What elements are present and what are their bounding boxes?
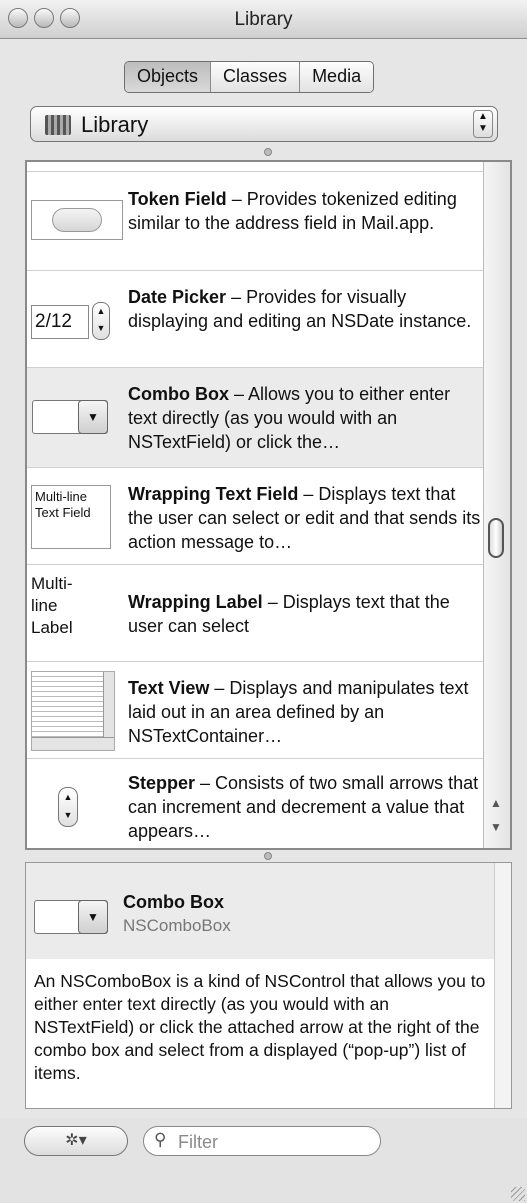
tab-media[interactable]: Media bbox=[299, 62, 374, 92]
item-name: Wrapping Label bbox=[128, 592, 263, 612]
action-menu-button[interactable]: ✲▾ bbox=[24, 1126, 128, 1156]
text-view-preview bbox=[31, 671, 115, 751]
filter-field[interactable]: ⚲ bbox=[143, 1126, 381, 1156]
item-name: Combo Box bbox=[128, 384, 229, 404]
list-item-date-picker[interactable]: 2/12 ▲ ▼ Date Picker – Provides for visua… bbox=[27, 271, 485, 368]
wrapping-text-field-preview: Multi-line Text Field bbox=[31, 485, 111, 549]
token-field-preview bbox=[31, 200, 123, 240]
item-name: Stepper bbox=[128, 773, 196, 793]
chevron-down-icon: ▼ bbox=[78, 900, 108, 934]
date-picker-preview: 2/12 ▲ ▼ bbox=[31, 302, 123, 342]
list-item-combo-box[interactable]: ▼ Combo Box – Allows you to either enter… bbox=[27, 368, 485, 468]
detail-scrollbar[interactable] bbox=[494, 863, 511, 1108]
scroll-up-arrow-icon[interactable]: ▲ bbox=[490, 796, 502, 810]
library-books-icon bbox=[45, 115, 71, 135]
detail-class-name: NSComboBox bbox=[123, 916, 231, 935]
list-item-wrapping-text-field[interactable]: Multi-line Text Field Wrapping Text Fiel… bbox=[27, 468, 485, 565]
item-name: Text View bbox=[128, 678, 210, 698]
window-title: Library bbox=[234, 9, 293, 30]
list-item-stepper[interactable]: ▲ ▼ Stepper – Consists of two small arrow… bbox=[27, 759, 485, 848]
library-tabs: Objects Classes Media bbox=[124, 61, 375, 93]
stepper-preview-icon: ▲ ▼ bbox=[58, 787, 78, 827]
date-picker-value: 2/12 bbox=[31, 305, 89, 339]
detail-title: Combo Box bbox=[123, 892, 224, 912]
library-popup-button[interactable]: Library ▲ ▼ bbox=[30, 106, 498, 142]
tab-objects[interactable]: Objects bbox=[125, 62, 211, 92]
item-name: Token Field bbox=[128, 189, 227, 209]
detail-panel: ▼ Combo Box NSComboBox An NSComboBox is … bbox=[25, 862, 512, 1109]
gear-icon: ✲▾ bbox=[65, 1132, 87, 1149]
search-icon: ⚲ bbox=[154, 1130, 167, 1149]
popup-arrows-icon: ▲ ▼ bbox=[473, 110, 493, 138]
title-bar: Library bbox=[0, 0, 527, 39]
library-popup-label: Library bbox=[81, 112, 149, 137]
date-stepper-icon: ▲ ▼ bbox=[92, 302, 110, 340]
bottom-bar: ✲▾ ⚲ bbox=[0, 1118, 527, 1203]
combo-box-preview: ▼ bbox=[32, 400, 108, 434]
list-item-partial bbox=[27, 162, 485, 172]
scroll-down-arrow-icon[interactable]: ▼ bbox=[490, 820, 502, 834]
item-name: Wrapping Text Field bbox=[128, 484, 299, 504]
list-item-token-field[interactable]: Token Field – Provides tokenized editing… bbox=[27, 172, 485, 271]
detail-description: An NSComboBox is a kind of NSControl tha… bbox=[34, 971, 486, 1083]
item-name: Date Picker bbox=[128, 287, 227, 307]
scrollbar-thumb[interactable] bbox=[488, 518, 504, 558]
split-handle-bottom[interactable] bbox=[264, 852, 272, 860]
list-item-text-view[interactable]: Text View – Displays and manipulates tex… bbox=[27, 662, 485, 759]
resize-grip[interactable] bbox=[511, 1187, 525, 1201]
filter-input[interactable] bbox=[176, 1130, 370, 1154]
tab-classes[interactable]: Classes bbox=[210, 62, 300, 92]
list-scrollbar[interactable]: ▲ ▼ bbox=[483, 162, 510, 848]
split-handle-top[interactable] bbox=[264, 148, 272, 156]
list-item-wrapping-label[interactable]: Multi- line Label Wrapping Label – Displ… bbox=[27, 565, 485, 662]
detail-header: ▼ Combo Box NSComboBox bbox=[26, 863, 496, 959]
wrapping-label-preview: Multi- line Label bbox=[31, 574, 73, 637]
object-list[interactable]: Token Field – Provides tokenized editing… bbox=[25, 160, 512, 850]
detail-combo-box-preview: ▼ bbox=[34, 900, 108, 934]
chevron-down-icon: ▼ bbox=[78, 400, 108, 434]
